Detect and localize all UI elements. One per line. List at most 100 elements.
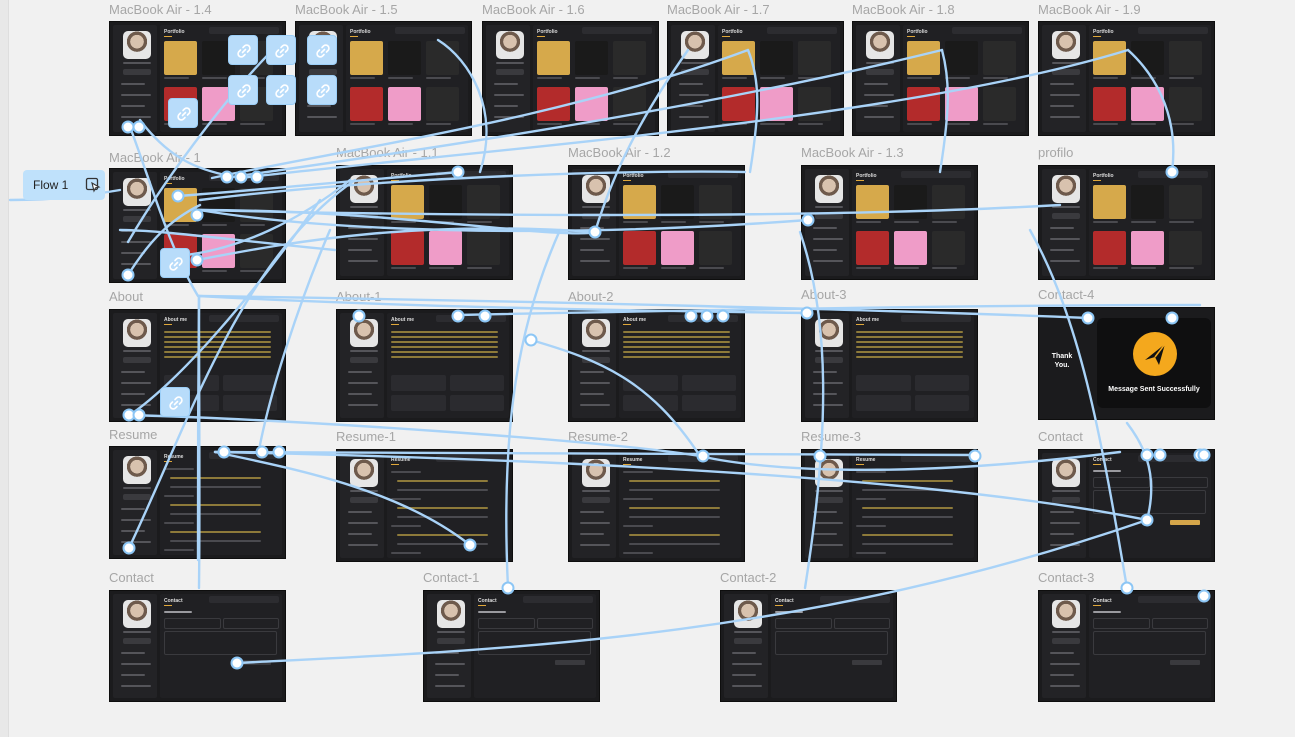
frame-about-1[interactable]: About me <box>336 309 513 422</box>
frame-resume-2[interactable]: Resume <box>568 449 745 562</box>
frame-mba-1-8[interactable]: Portfolio <box>852 21 1029 136</box>
avatar <box>350 459 378 487</box>
frame-label[interactable]: Contact-4 <box>1038 288 1094 302</box>
frame-mba-1-9[interactable]: Portfolio <box>1038 21 1215 136</box>
message-field <box>1093 631 1206 655</box>
frame-label[interactable]: MacBook Air - 1.7 <box>667 3 770 17</box>
sidebar-info-line <box>494 94 524 96</box>
frame-contact-3[interactable]: Contact <box>1038 590 1215 702</box>
frame-mba-1-6[interactable]: Portfolio <box>482 21 659 136</box>
profile-sidebar <box>340 313 384 418</box>
link-icon[interactable] <box>228 75 258 105</box>
link-icon[interactable] <box>160 248 190 278</box>
frame-profilo[interactable]: Portfolio <box>1038 165 1215 280</box>
frame-contact-2[interactable]: Contact <box>720 590 897 702</box>
frame-about[interactable]: About me <box>109 309 286 422</box>
frame-label[interactable]: MacBook Air - 1.5 <box>295 3 398 17</box>
sidebar-info-line <box>494 116 524 118</box>
about-text-line <box>164 341 271 343</box>
frame-resume-3[interactable]: Resume <box>801 449 978 562</box>
frame-resume-1[interactable]: Resume <box>336 449 513 562</box>
frame-label[interactable]: MacBook Air - 1.6 <box>482 3 585 17</box>
frame-label[interactable]: Resume-2 <box>568 430 628 444</box>
frame-contact-4[interactable]: Thank You. Message Sent Successfully <box>1038 307 1215 420</box>
service-card <box>222 395 277 411</box>
frame-mba-1[interactable]: Portfolio <box>109 168 286 283</box>
frame-label[interactable]: Resume <box>109 428 157 442</box>
link-icon[interactable] <box>160 387 190 417</box>
frame-label[interactable]: About-1 <box>336 290 382 304</box>
link-icon[interactable] <box>266 75 296 105</box>
frame-label[interactable]: Resume-1 <box>336 430 396 444</box>
link-icon[interactable] <box>307 35 337 65</box>
resume-entry-line <box>397 534 488 536</box>
show-contacts-button <box>582 497 610 503</box>
frame-about-3[interactable]: About me <box>801 309 978 422</box>
link-icon[interactable] <box>307 75 337 105</box>
frame-label[interactable]: Contact <box>1038 430 1083 444</box>
sidebar-name-line <box>437 631 465 633</box>
project-thumbnail <box>856 231 889 265</box>
sidebar-info-line <box>121 541 151 543</box>
resume-entry-line <box>397 489 488 491</box>
frame-mba-1-1[interactable]: Portfolio <box>336 165 513 280</box>
project-caption <box>1131 221 1156 223</box>
frame-label[interactable]: About-3 <box>801 288 847 302</box>
frame-contact-b[interactable]: Contact <box>109 590 286 702</box>
sidebar-info-line <box>1050 249 1074 251</box>
panel-title: Portfolio <box>856 173 877 179</box>
sidebar-info-line <box>494 105 518 107</box>
frame-label[interactable]: MacBook Air - 1.3 <box>801 146 904 160</box>
frame-label[interactable]: MacBook Air - 1 <box>109 151 201 165</box>
project-thumbnail <box>722 87 755 121</box>
project-thumbnail <box>350 41 383 75</box>
frame-label[interactable]: profilo <box>1038 146 1073 160</box>
frame-label[interactable]: MacBook Air - 1.1 <box>336 146 439 160</box>
connection-hotspot[interactable] <box>524 333 538 347</box>
resume-entry-line <box>629 480 720 482</box>
sidebar-info-line <box>121 404 151 406</box>
top-navbar <box>1138 596 1208 603</box>
about-text-line <box>391 331 498 333</box>
project-caption <box>1131 123 1156 125</box>
prototype-connection[interactable] <box>505 228 562 590</box>
frame-label[interactable]: Contact-3 <box>1038 571 1094 585</box>
panel-title: Portfolio <box>722 29 743 35</box>
frame-label[interactable]: About-2 <box>568 290 614 304</box>
frame-contact-1[interactable]: Contact <box>423 590 600 702</box>
frame-label[interactable]: MacBook Air - 1.8 <box>852 3 955 17</box>
frame-about-2[interactable]: About me <box>568 309 745 422</box>
frame-label[interactable]: Resume-3 <box>801 430 861 444</box>
title-underline <box>856 324 864 325</box>
frame-label[interactable]: Contact-1 <box>423 571 479 585</box>
project-thumbnail <box>613 41 646 75</box>
frame-mba-1-3[interactable]: Portfolio <box>801 165 978 280</box>
link-icon[interactable] <box>266 35 296 65</box>
project-thumbnail <box>467 231 500 265</box>
profile-sidebar <box>1042 169 1086 276</box>
project-caption <box>429 221 454 223</box>
project-thumbnail <box>350 87 383 121</box>
frame-mba-1-2[interactable]: Portfolio <box>568 165 745 280</box>
project-caption <box>388 123 413 125</box>
prototype-canvas[interactable]: MacBook Air - 1.4 Portfolio MacBook Air - … <box>0 0 1295 737</box>
frame-label[interactable]: Contact <box>109 571 154 585</box>
frame-label[interactable]: MacBook Air - 1.4 <box>109 3 212 17</box>
frame-label[interactable]: Contact-2 <box>720 571 776 585</box>
sidebar-info-line <box>580 371 604 373</box>
frame-mba-1-7[interactable]: Portfolio <box>667 21 844 136</box>
frame-resume[interactable]: Resume <box>109 446 286 559</box>
frame-label[interactable]: MacBook Air - 1.9 <box>1038 3 1141 17</box>
email-field <box>536 618 593 629</box>
content-panel: Portfolio <box>619 169 741 276</box>
flow-starting-point[interactable]: Flow 1 <box>23 170 105 200</box>
frame-label[interactable]: About <box>109 290 143 304</box>
play-flow-icon[interactable] <box>85 177 101 198</box>
project-thumbnail <box>907 41 940 75</box>
frame-contact[interactable]: Contact <box>1038 449 1215 562</box>
sidebar-info-line <box>864 116 894 118</box>
link-icon[interactable] <box>228 35 258 65</box>
frame-label[interactable]: MacBook Air - 1.2 <box>568 146 671 160</box>
sidebar-info-line <box>348 404 378 406</box>
link-icon[interactable] <box>168 98 198 128</box>
